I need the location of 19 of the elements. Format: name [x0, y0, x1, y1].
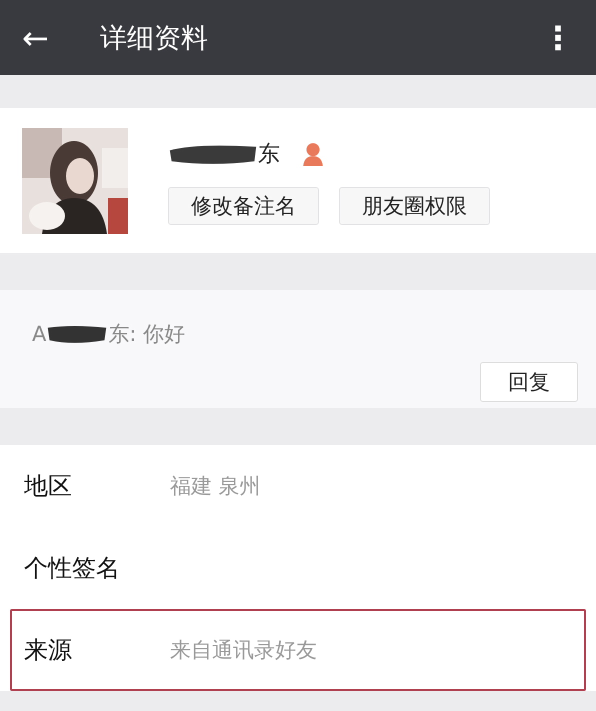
redaction-mark — [46, 323, 108, 345]
info-row[interactable]: 地区 福建 泉州 — [10, 445, 586, 527]
message-text: 东: 你好 — [108, 321, 186, 348]
row-label: 地区 — [24, 471, 73, 502]
back-button[interactable]: ← — [22, 18, 82, 56]
row-label: 来源 — [24, 635, 73, 666]
row-value: 福建 泉州 — [170, 473, 261, 500]
info-row[interactable]: 个性签名 — [10, 527, 586, 609]
profile-action-button[interactable]: 朋友圈权限 — [339, 186, 490, 224]
page-title: 详细资料 — [100, 22, 209, 56]
profile-action-button[interactable]: 修改备注名 — [168, 186, 319, 224]
sender-initial: A — [32, 322, 46, 346]
reply-button[interactable]: 回复 — [480, 362, 578, 402]
person-icon — [302, 142, 324, 166]
more-menu-button[interactable]: ⋮ — [542, 18, 574, 56]
row-value: 来自通讯录好友 — [170, 637, 317, 664]
info-row[interactable]: 来源 来自通讯录好友 — [10, 609, 586, 691]
contact-name: 东 — [258, 140, 280, 168]
row-label: 个性签名 — [24, 553, 121, 584]
